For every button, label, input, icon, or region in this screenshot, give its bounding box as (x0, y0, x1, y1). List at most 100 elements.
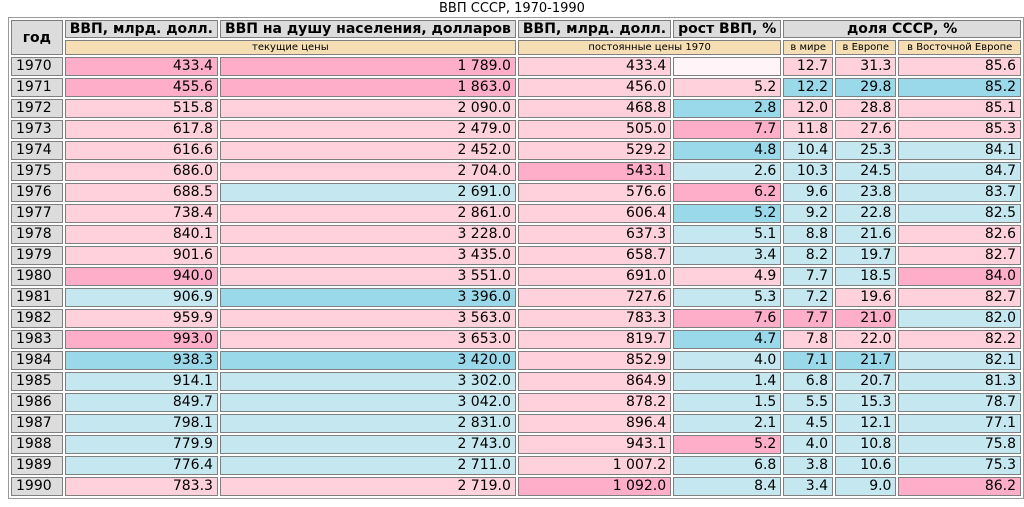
share-east-europe-cell: 83.7 (898, 183, 1021, 202)
gdp-constant-cell: 637.3 (517, 225, 672, 244)
year-cell: 1973 (11, 120, 63, 139)
growth-cell: 6.8 (673, 456, 782, 475)
gdp-per-capita-cell: 3 042.0 (219, 393, 516, 412)
growth-cell: 7.6 (673, 309, 782, 328)
table-row: 1990 783.3 2 719.0 1 092.0 8.4 3.4 9.0 86.2 (11, 477, 1021, 496)
share-europe-cell: 20.7 (835, 372, 897, 391)
table-row: 1985 914.1 3 302.0 864.9 1.4 6.8 20.7 81.3 (11, 372, 1021, 391)
year-cell: 1971 (11, 78, 63, 97)
gdp-current-cell: 617.8 (64, 120, 218, 139)
share-europe-cell: 24.5 (835, 162, 897, 181)
gdp-per-capita-cell: 3 435.0 (219, 246, 516, 265)
year-cell: 1980 (11, 267, 63, 286)
share-europe-cell: 19.7 (835, 246, 897, 265)
growth-cell: 4.7 (673, 330, 782, 349)
header-gdp-constant: ВВП, млрд. долл. (517, 20, 672, 38)
table-row: 1970 433.4 1 789.0 433.4 12.7 31.3 85.6 (11, 57, 1021, 76)
gdp-constant-cell: 505.0 (517, 120, 672, 139)
share-world-cell: 4.0 (783, 435, 834, 454)
gdp-constant-cell: 1 092.0 (517, 477, 672, 496)
gdp-current-cell: 906.9 (64, 288, 218, 307)
growth-cell (673, 57, 782, 76)
table-row: 1982 959.9 3 563.0 783.3 7.6 7.7 21.0 82.0 (11, 309, 1021, 328)
growth-cell: 6.2 (673, 183, 782, 202)
gdp-per-capita-cell: 3 302.0 (219, 372, 516, 391)
growth-cell: 2.8 (673, 99, 782, 118)
gdp-current-cell: 993.0 (64, 330, 218, 349)
share-europe-cell: 10.8 (835, 435, 897, 454)
gdp-per-capita-cell: 2 719.0 (219, 477, 516, 496)
share-world-cell: 9.2 (783, 204, 834, 223)
gdp-constant-cell: 864.9 (517, 372, 672, 391)
gdp-constant-cell: 543.1 (517, 162, 672, 181)
gdp-current-cell: 798.1 (64, 414, 218, 433)
gdp-current-cell: 779.9 (64, 435, 218, 454)
year-cell: 1988 (11, 435, 63, 454)
table-row: 1984 938.3 3 420.0 852.9 4.0 7.1 21.7 82.1 (11, 351, 1021, 370)
share-east-europe-cell: 85.1 (898, 99, 1021, 118)
share-east-europe-cell: 84.1 (898, 141, 1021, 160)
share-world-cell: 11.8 (783, 120, 834, 139)
gdp-per-capita-cell: 2 452.0 (219, 141, 516, 160)
share-europe-cell: 10.6 (835, 456, 897, 475)
table-row: 1987 798.1 2 831.0 896.4 2.1 4.5 12.1 77.1 (11, 414, 1021, 433)
table-row: 1980 940.0 3 551.0 691.0 4.9 7.7 18.5 84.0 (11, 267, 1021, 286)
share-europe-cell: 9.0 (835, 477, 897, 496)
table-row: 1976 688.5 2 691.0 576.6 6.2 9.6 23.8 83.7 (11, 183, 1021, 202)
gdp-constant-cell: 456.0 (517, 78, 672, 97)
table-row: 1972 515.8 2 090.0 468.8 2.8 12.0 28.8 85.1 (11, 99, 1021, 118)
share-europe-cell: 19.6 (835, 288, 897, 307)
gdp-per-capita-cell: 3 563.0 (219, 309, 516, 328)
gdp-per-capita-cell: 3 420.0 (219, 351, 516, 370)
growth-cell: 4.9 (673, 267, 782, 286)
growth-cell: 4.0 (673, 351, 782, 370)
gdp-constant-cell: 727.6 (517, 288, 672, 307)
year-cell: 1972 (11, 99, 63, 118)
gdp-current-cell: 515.8 (64, 99, 218, 118)
share-east-europe-cell: 75.8 (898, 435, 1021, 454)
gdp-per-capita-cell: 2 711.0 (219, 456, 516, 475)
header-constant-prices: постоянные цены 1970 (517, 40, 782, 55)
year-cell: 1985 (11, 372, 63, 391)
share-world-cell: 8.8 (783, 225, 834, 244)
gdp-current-cell: 849.7 (64, 393, 218, 412)
year-cell: 1986 (11, 393, 63, 412)
share-europe-cell: 29.8 (835, 78, 897, 97)
share-europe-cell: 21.7 (835, 351, 897, 370)
growth-cell: 5.2 (673, 435, 782, 454)
gdp-constant-cell: 433.4 (517, 57, 672, 76)
growth-cell: 2.1 (673, 414, 782, 433)
header-share-europe: в Европе (835, 40, 897, 55)
growth-cell: 5.2 (673, 78, 782, 97)
share-east-europe-cell: 82.7 (898, 288, 1021, 307)
gdp-current-cell: 738.4 (64, 204, 218, 223)
gdp-per-capita-cell: 2 861.0 (219, 204, 516, 223)
table-title: ВВП СССР, 1970-1990 (439, 1, 585, 16)
growth-cell: 1.5 (673, 393, 782, 412)
year-cell: 1982 (11, 309, 63, 328)
share-europe-cell: 31.3 (835, 57, 897, 76)
gdp-per-capita-cell: 3 228.0 (219, 225, 516, 244)
gdp-per-capita-cell: 1 863.0 (219, 78, 516, 97)
share-world-cell: 8.2 (783, 246, 834, 265)
table-row: 1977 738.4 2 861.0 606.4 5.2 9.2 22.8 82.5 (11, 204, 1021, 223)
share-world-cell: 12.7 (783, 57, 834, 76)
header-share-east-europe: в Восточной Европе (898, 40, 1021, 55)
year-cell: 1981 (11, 288, 63, 307)
header-share: доля СССР, % (783, 20, 1021, 38)
share-world-cell: 7.2 (783, 288, 834, 307)
share-east-europe-cell: 82.1 (898, 351, 1021, 370)
share-europe-cell: 12.1 (835, 414, 897, 433)
year-cell: 1974 (11, 141, 63, 160)
share-east-europe-cell: 78.7 (898, 393, 1021, 412)
gdp-current-cell: 901.6 (64, 246, 218, 265)
share-europe-cell: 28.8 (835, 99, 897, 118)
share-east-europe-cell: 85.6 (898, 57, 1021, 76)
gdp-current-cell: 433.4 (64, 57, 218, 76)
gdp-current-cell: 688.5 (64, 183, 218, 202)
table-row: 1975 686.0 2 704.0 543.1 2.6 10.3 24.5 84.7 (11, 162, 1021, 181)
table-row: 1973 617.8 2 479.0 505.0 7.7 11.8 27.6 85.3 (11, 120, 1021, 139)
gdp-per-capita-cell: 3 551.0 (219, 267, 516, 286)
gdp-per-capita-cell: 2 479.0 (219, 120, 516, 139)
year-cell: 1976 (11, 183, 63, 202)
